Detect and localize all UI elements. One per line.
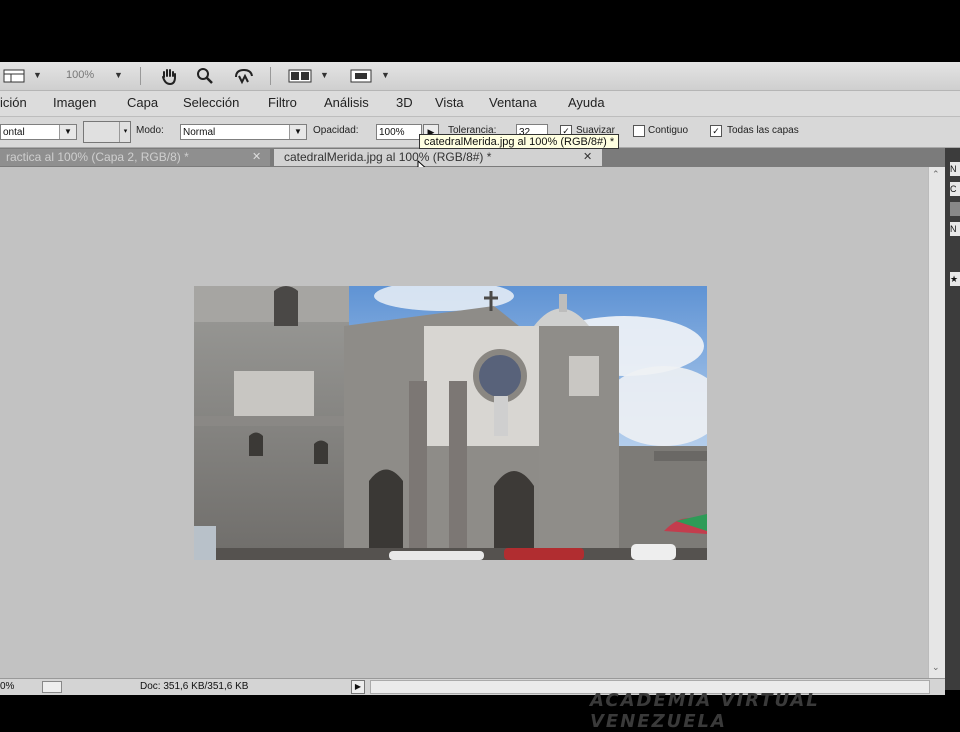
all-layers-label: Todas las capas (727, 125, 799, 136)
fill-source-select[interactable]: ontal ▼ (0, 124, 77, 140)
menu-item-capa[interactable]: Capa (127, 95, 158, 110)
contiguous-label: Contiguo (648, 125, 689, 136)
chevron-down-icon[interactable]: ▼ (114, 70, 123, 80)
opacity-input[interactable]: 100% (376, 124, 422, 140)
menu-item-edicion[interactable]: ición (0, 95, 27, 110)
hand-tool-icon[interactable] (158, 67, 180, 85)
status-zoom[interactable]: 0% (0, 681, 14, 692)
zoom-level-value: 100% (66, 69, 95, 81)
tab-tooltip: catedralMerida.jpg al 100% (RGB/8#) * (419, 134, 620, 149)
cathedral-photo (194, 286, 707, 560)
chevron-down-icon[interactable]: ▼ (289, 125, 306, 139)
vertical-scrollbar[interactable]: ⌃ ⌄ (928, 167, 945, 678)
arrange-documents-icon[interactable] (287, 67, 313, 85)
status-menu-arrow-icon[interactable]: ▶ (351, 680, 365, 694)
contiguous-checkbox[interactable] (633, 125, 645, 137)
tab-practica[interactable]: ractica al 100% (Capa 2, RGB/8) * ✕ (0, 149, 270, 166)
panel-dock: N C N ★ (945, 148, 960, 690)
zoom-level-dropdown[interactable]: 100% (66, 69, 94, 81)
tab-catedral-merida[interactable]: catedralMerida.jpg al 100% (RGB/8#) * ✕ (274, 149, 602, 166)
panel-tab-collapsed[interactable] (950, 202, 960, 216)
all-layers-checkbox[interactable]: ✓ (710, 125, 722, 137)
watermark: ACADEMIA VIRTUAL VENEZUELA (590, 690, 820, 732)
menu-item-vista[interactable]: Vista (435, 95, 464, 110)
chevron-down-icon[interactable]: ▼ (59, 125, 76, 139)
status-doc-info: Doc: 351,6 KB/351,6 KB (140, 681, 249, 692)
menu-item-imagen[interactable]: Imagen (53, 95, 96, 110)
chevron-down-icon[interactable]: ▼ (33, 70, 42, 80)
chevron-down-icon[interactable]: ▼ (381, 70, 390, 80)
chevron-down-icon[interactable]: ▼ (320, 70, 329, 80)
screen-mode-icon[interactable] (348, 67, 374, 85)
opacity-label: Opacidad: (313, 125, 359, 136)
status-icon[interactable] (42, 681, 62, 693)
toolbar-divider (140, 67, 141, 85)
panel-tab-n[interactable]: N (950, 162, 960, 176)
chevron-up-icon[interactable]: ⌃ (932, 169, 940, 180)
mode-value: Normal (183, 127, 216, 138)
document-canvas[interactable] (0, 167, 928, 678)
document-tab-bar: ractica al 100% (Capa 2, RGB/8) * ✕ cate… (0, 148, 945, 167)
tab-label: catedralMerida.jpg al 100% (RGB/8#) * (284, 150, 492, 164)
menu-item-seleccion[interactable]: Selección (183, 95, 239, 110)
zoom-tool-icon[interactable] (194, 67, 216, 85)
layout-icon[interactable] (2, 67, 26, 85)
fill-source-value: ontal (3, 127, 25, 138)
menu-item-filtro[interactable]: Filtro (268, 95, 297, 110)
menu-item-3d[interactable]: 3D (396, 95, 413, 110)
panel-tab-n2[interactable]: N (950, 222, 960, 236)
menu-bar: ición Imagen Capa Selección Filtro Análi… (0, 91, 960, 117)
tab-label: ractica al 100% (Capa 2, RGB/8) * (6, 150, 189, 164)
application-bar: ▼ 100% ▼ ▼ ▼ (0, 62, 960, 91)
opacity-value: 100% (379, 127, 405, 138)
close-icon[interactable]: ✕ (583, 149, 592, 166)
chevron-down-icon[interactable]: ▾ (119, 122, 131, 142)
menu-item-ayuda[interactable]: Ayuda (568, 95, 605, 110)
mode-label: Modo: (136, 125, 164, 136)
panel-tab-c[interactable]: C (950, 182, 960, 196)
menu-item-ventana[interactable]: Ventana (489, 95, 537, 110)
menu-item-analisis[interactable]: Análisis (324, 95, 369, 110)
chevron-down-icon[interactable]: ⌄ (932, 662, 940, 673)
rotate-view-icon[interactable] (232, 67, 256, 85)
close-icon[interactable]: ✕ (252, 149, 261, 166)
pattern-picker[interactable]: ▾ (83, 121, 131, 143)
toolbar-divider (270, 67, 271, 85)
mode-select[interactable]: Normal ▼ (180, 124, 307, 140)
panel-tab-brush[interactable]: ★ (950, 272, 960, 286)
